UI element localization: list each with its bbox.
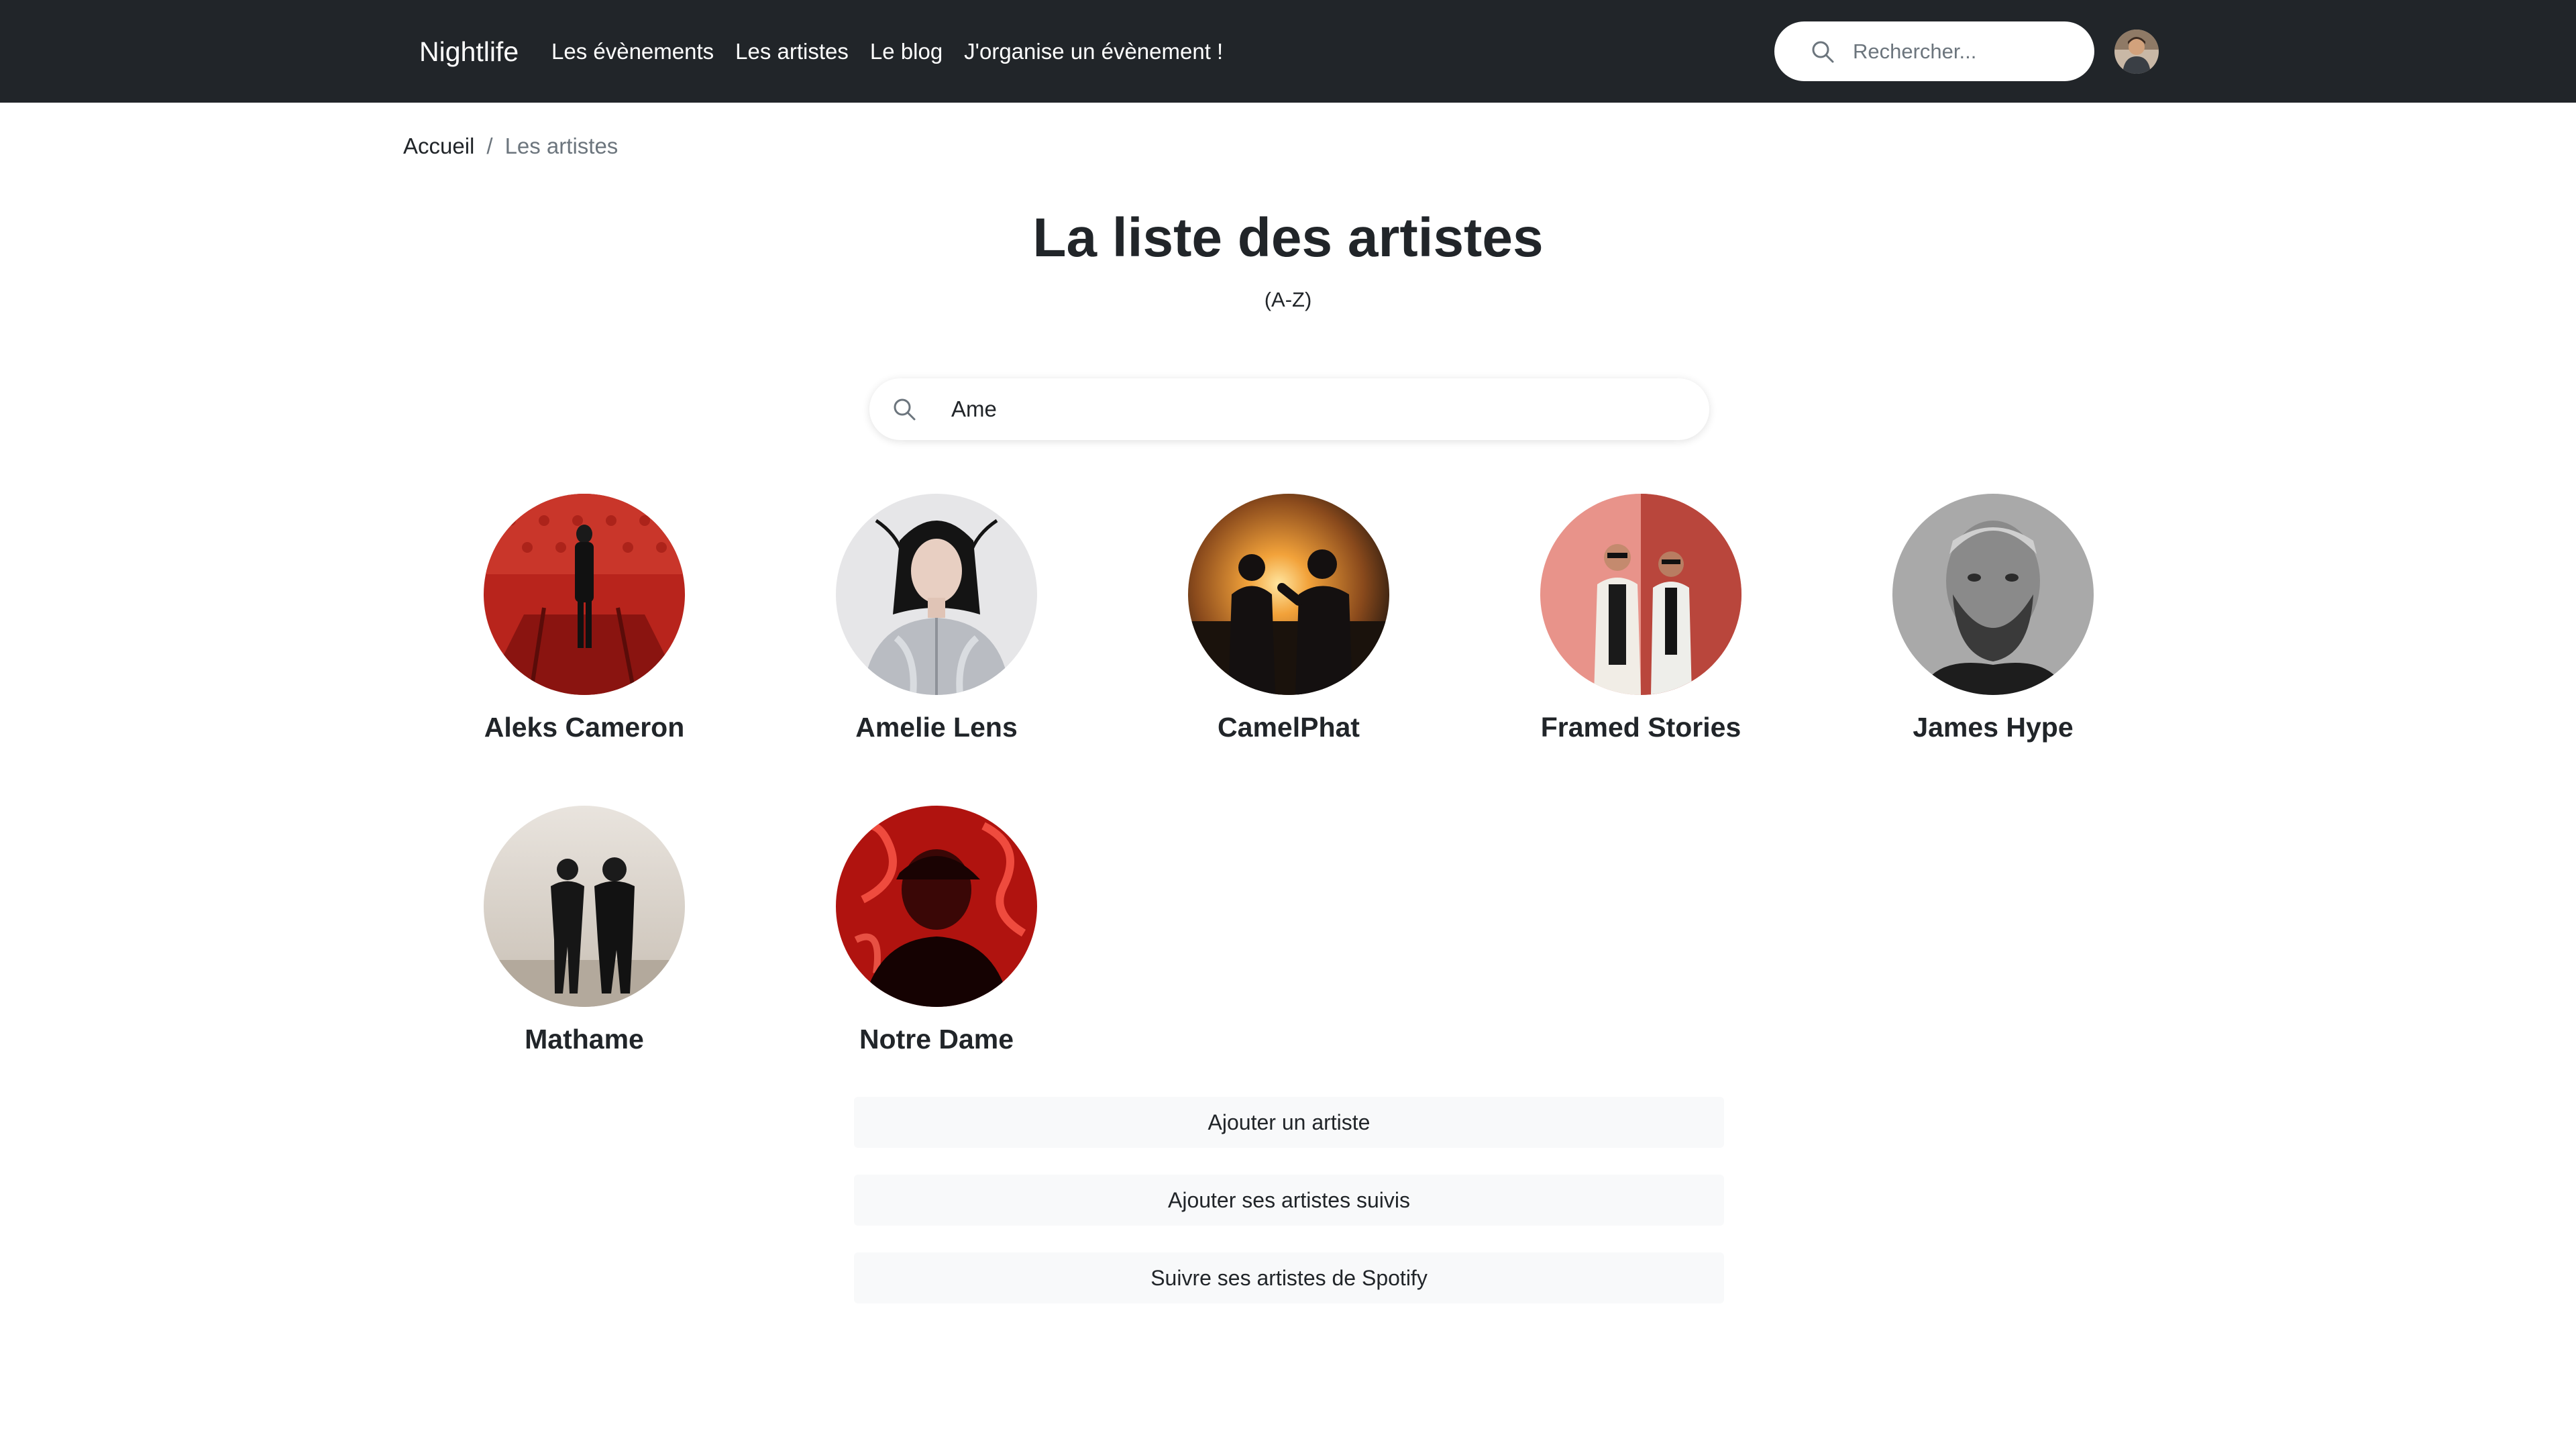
artist-name: Aleks Cameron xyxy=(484,712,685,743)
artist-card-james-hype[interactable]: James Hype xyxy=(1859,494,2127,775)
add-artist-button[interactable]: Ajouter un artiste xyxy=(854,1097,1724,1148)
nav-link-blog[interactable]: Le blog xyxy=(870,37,943,66)
search-icon xyxy=(894,398,916,421)
add-followed-artists-button[interactable]: Ajouter ses artistes suivis xyxy=(854,1175,1724,1226)
brand-logo-link[interactable]: Nightlife xyxy=(419,35,519,68)
nav-link-organiser[interactable]: J'organise un évènement ! xyxy=(964,37,1223,66)
navbar-search xyxy=(1774,21,2094,81)
navbar-search-input[interactable] xyxy=(1851,35,2073,68)
breadcrumb: Accueil / Les artistes xyxy=(403,131,618,161)
artist-name: James Hype xyxy=(1913,712,2074,743)
artist-name: Mathame xyxy=(525,1024,644,1055)
nav-link-artistes[interactable]: Les artistes xyxy=(735,37,849,66)
artist-name: Framed Stories xyxy=(1540,712,1741,743)
artist-name: Amelie Lens xyxy=(855,712,1018,743)
artist-search xyxy=(869,378,1709,440)
artist-search-input[interactable] xyxy=(950,392,1674,427)
top-navbar: Nightlife Les évènements Les artistes Le… xyxy=(0,0,2576,103)
breadcrumb-current: Les artistes xyxy=(504,133,619,158)
nav-links: Les évènements Les artistes Le blog J'or… xyxy=(551,37,1223,66)
search-icon xyxy=(1812,41,1834,63)
artist-photo xyxy=(484,494,685,695)
artist-photo xyxy=(1540,494,1741,695)
artist-card-framed-stories[interactable]: Framed Stories xyxy=(1507,494,1775,775)
page-subtitle: (A-Z) xyxy=(1264,288,1312,311)
artist-card-camelphat[interactable]: CamelPhat xyxy=(1155,494,1423,775)
artist-card-amelie-lens[interactable]: Amelie Lens xyxy=(802,494,1071,775)
breadcrumb-home-link[interactable]: Accueil xyxy=(403,131,474,161)
artist-name: CamelPhat xyxy=(1218,712,1360,743)
artist-name: Notre Dame xyxy=(859,1024,1014,1055)
nav-link-evenements[interactable]: Les évènements xyxy=(551,37,714,66)
artist-photo xyxy=(836,494,1037,695)
artist-card-notre-dame[interactable]: Notre Dame xyxy=(802,806,1071,1087)
artist-photo xyxy=(484,806,685,1007)
artist-card-aleks-cameron[interactable]: Aleks Cameron xyxy=(450,494,718,775)
user-avatar[interactable] xyxy=(2114,30,2159,74)
artist-photo xyxy=(1188,494,1389,695)
page-title: La liste des artistes xyxy=(1032,207,1544,268)
follow-spotify-artists-button[interactable]: Suivre ses artistes de Spotify xyxy=(854,1252,1724,1303)
artist-card-mathame[interactable]: Mathame xyxy=(450,806,718,1087)
artist-photo xyxy=(836,806,1037,1007)
artist-photo xyxy=(1892,494,2094,695)
breadcrumb-separator: / xyxy=(486,133,493,158)
